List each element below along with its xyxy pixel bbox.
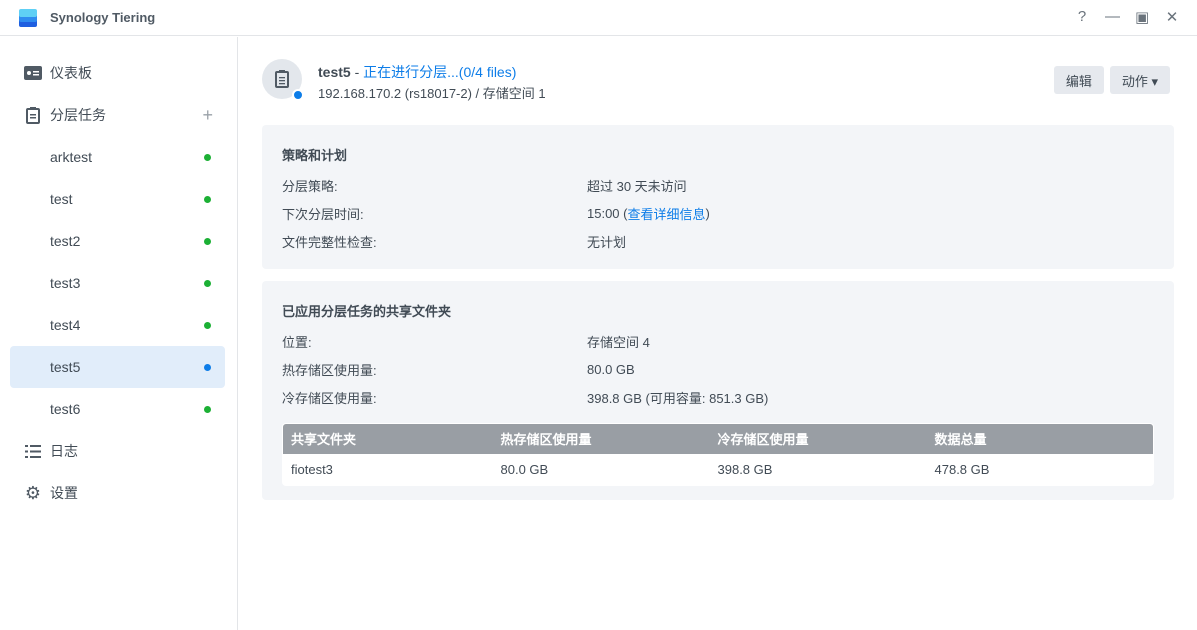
dashboard-icon [24,65,42,81]
status-dot [204,153,211,161]
sidebar-item-label: 仪表板 [50,65,92,81]
cell: 80.0 GB [500,461,549,477]
policy-title: 策略和计划 [282,148,348,163]
main-panel: test5 - 正在进行分层...(0/4 files) 192.168.170… [262,37,1174,512]
sidebar-item-label: arktest [50,149,93,165]
next-time-label: 下次分层时间: [282,206,364,222]
sidebar-item-label: test5 [50,359,81,375]
cell: fiotest3 [291,461,333,477]
sidebar-item-settings[interactable]: ⚙ 设置 [10,472,225,514]
location-label: 位置: [282,334,312,350]
list-icon [24,443,42,459]
integrity-label: 文件完整性检查: [282,234,377,250]
shared-folder-table: 共享文件夹 热存储区使用量 冷存储区使用量 数据总量 fiotest3 80.0 GB 3… [282,423,1154,486]
policy-label: 分层策略: [282,178,338,194]
app-logo-icon [17,8,39,28]
status-dot [204,363,211,371]
cell: 398.8 GB [717,461,773,477]
clipboard-icon [24,106,42,124]
cell: 478.8 GB [934,461,990,477]
shared-title: 已应用分层任务的共享文件夹 [282,304,452,319]
table-row[interactable]: fiotest3 80.0 GB 398.8 GB 478.8 GB [283,454,1153,486]
status-dot [204,237,211,245]
task-name: test5 [318,64,351,80]
separator: - [350,64,364,80]
task-location: 192.168.170.2 (rs18017-2) / 存储空间 1 [318,86,546,101]
gear-icon: ⚙ [24,482,42,503]
sidebar-item-log[interactable]: 日志 [10,430,225,472]
cold-usage-label: 冷存储区使用量: [282,390,377,406]
policy-value: 超过 30 天未访问 [587,178,687,194]
sidebar: 仪表板 分层任务 + arktest test test2 test3 test4 tes… [0,37,238,630]
task-header: test5 - 正在进行分层...(0/4 files) 192.168.170… [262,37,1174,125]
next-time-value: 15:00 ( [587,205,628,221]
paren: ) [705,205,710,221]
status-dot [204,321,211,329]
sidebar-item-label: test3 [50,275,81,291]
maximize-icon[interactable]: ▣ [1135,8,1149,26]
title-bar: Synology Tiering ? — ▣ ✕ [0,0,1197,36]
sidebar-task-test6[interactable]: test6 [10,388,225,430]
sidebar-task-test2[interactable]: test2 [10,220,225,262]
help-icon[interactable]: ? [1075,8,1089,26]
status-dot [204,279,211,287]
add-task-button[interactable]: + [202,105,213,126]
shared-folder-card: 已应用分层任务的共享文件夹 位置: 存储空间 4 热存储区使用量: 80.0 GB … [262,281,1174,500]
edit-button[interactable]: 编辑 [1053,66,1104,94]
task-status: 正在进行分层...(0/4 files) [363,64,517,80]
view-details-link[interactable]: 查看详细信息 [627,204,705,223]
status-dot [292,89,304,101]
policy-card: 策略和计划 分层策略: 超过 30 天未访问 下次分层时间: 15:00 ( 查看详… [262,125,1174,269]
sidebar-item-label: test2 [50,233,81,249]
task-avatar [262,59,304,101]
sidebar-task-arktest[interactable]: arktest [10,136,225,178]
status-dot [204,405,211,413]
column-header[interactable]: 数据总量 [926,424,1153,454]
column-header[interactable]: 共享文件夹 [283,424,493,454]
column-header[interactable]: 热存储区使用量 [492,424,710,454]
integrity-value: 无计划 [587,234,627,250]
cold-usage-value: 398.8 GB (可用容量: 851.3 GB) [587,390,769,406]
sidebar-item-label: 分层任务 [50,107,106,123]
location-value: 存储空间 4 [587,334,650,350]
sidebar-task-test4[interactable]: test4 [10,304,225,346]
sidebar-item-label: test4 [50,317,81,333]
sidebar-item-tasks[interactable]: 分层任务 + [10,94,225,136]
sidebar-task-test5[interactable]: test5 [10,346,225,388]
hot-usage-label: 热存储区使用量: [282,362,377,378]
minimize-icon[interactable]: — [1105,8,1120,26]
clipboard-icon [275,70,289,88]
column-header[interactable]: 冷存储区使用量 [709,424,927,454]
hot-usage-value: 80.0 GB [587,361,635,377]
sidebar-item-label: test [50,191,73,207]
status-dot [204,195,211,203]
app-title: Synology Tiering [50,10,156,25]
sidebar-task-test3[interactable]: test3 [10,262,225,304]
sidebar-item-dashboard[interactable]: 仪表板 [10,52,225,94]
action-dropdown-button[interactable]: 动作 ▾ [1109,66,1170,94]
close-icon[interactable]: ✕ [1165,8,1179,26]
sidebar-task-test[interactable]: test [10,178,225,220]
sidebar-item-label: 日志 [50,443,78,459]
sidebar-item-label: 设置 [50,485,78,501]
sidebar-item-label: test6 [50,401,81,417]
